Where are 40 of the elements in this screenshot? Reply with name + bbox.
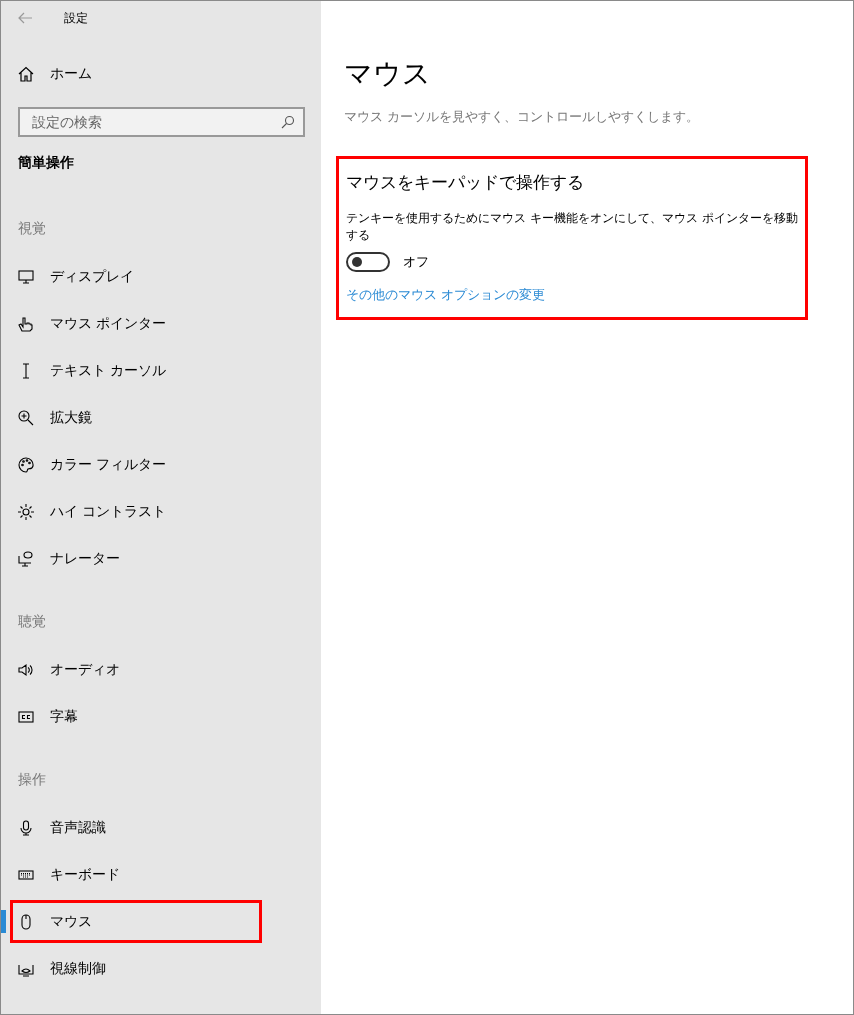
sidebar-item[interactable]: オーディオ bbox=[50, 660, 120, 679]
zoom-in-icon[interactable] bbox=[18, 409, 34, 426]
category-title: 簡単操作 bbox=[18, 154, 74, 172]
section-heading: 聴覚 bbox=[18, 613, 46, 631]
options-link[interactable]: その他のマウス オプションの変更 bbox=[346, 286, 546, 304]
toggle-state: オフ bbox=[403, 253, 429, 271]
sidebar-item[interactable]: マウス ポインター bbox=[50, 314, 167, 333]
search-field[interactable]: 設定の検索 bbox=[30, 113, 281, 131]
page-title: マウス bbox=[344, 56, 432, 92]
hand-pointer-icon[interactable] bbox=[18, 315, 34, 332]
captions-icon[interactable] bbox=[18, 708, 34, 725]
sidebar-item[interactable]: ディスプレイ bbox=[50, 267, 134, 286]
section-heading: 視覚 bbox=[18, 220, 46, 238]
section-title: マウスをキーパッドで操作する bbox=[346, 171, 585, 194]
speaker-icon[interactable] bbox=[18, 661, 34, 678]
window-title: 設定 bbox=[64, 9, 88, 27]
search-icon[interactable] bbox=[281, 115, 295, 129]
monitor-icon[interactable] bbox=[18, 268, 34, 285]
sidebar-item[interactable]: 拡大鏡 bbox=[50, 408, 92, 427]
sun-icon[interactable] bbox=[18, 503, 34, 520]
sidebar-item[interactable]: ハイ コントラスト bbox=[50, 502, 167, 521]
sidebar-item[interactable]: マウス bbox=[50, 912, 92, 931]
sidebar-item[interactable]: 字幕 bbox=[50, 707, 78, 726]
sidebar-item[interactable]: 音声認識 bbox=[50, 818, 106, 837]
section-heading: 操作 bbox=[18, 771, 46, 789]
search-box[interactable]: 設定の検索 bbox=[18, 107, 305, 137]
narrator-icon[interactable] bbox=[18, 550, 34, 567]
sidebar-item[interactable]: カラー フィルター bbox=[50, 455, 167, 474]
page-description: マウス カーソルを見やすく、コントロールしやすくします。 bbox=[344, 109, 700, 126]
sidebar-item[interactable]: 視線制御 bbox=[50, 959, 106, 978]
home-link[interactable]: ホーム bbox=[50, 65, 92, 83]
home-icon[interactable] bbox=[18, 66, 34, 82]
setting-description: テンキーを使用するためにマウス キー機能をオンにして、マウス ポインターを移動する bbox=[346, 210, 798, 244]
mouse-icon[interactable] bbox=[18, 913, 34, 930]
palette-icon[interactable] bbox=[18, 456, 34, 473]
sidebar-item[interactable]: キーボード bbox=[50, 865, 120, 884]
sidebar-item[interactable]: テキスト カーソル bbox=[50, 361, 167, 380]
toggle-switch[interactable] bbox=[346, 252, 390, 272]
microphone-icon[interactable] bbox=[18, 819, 34, 836]
sidebar-item[interactable]: ナレーター bbox=[50, 549, 120, 568]
